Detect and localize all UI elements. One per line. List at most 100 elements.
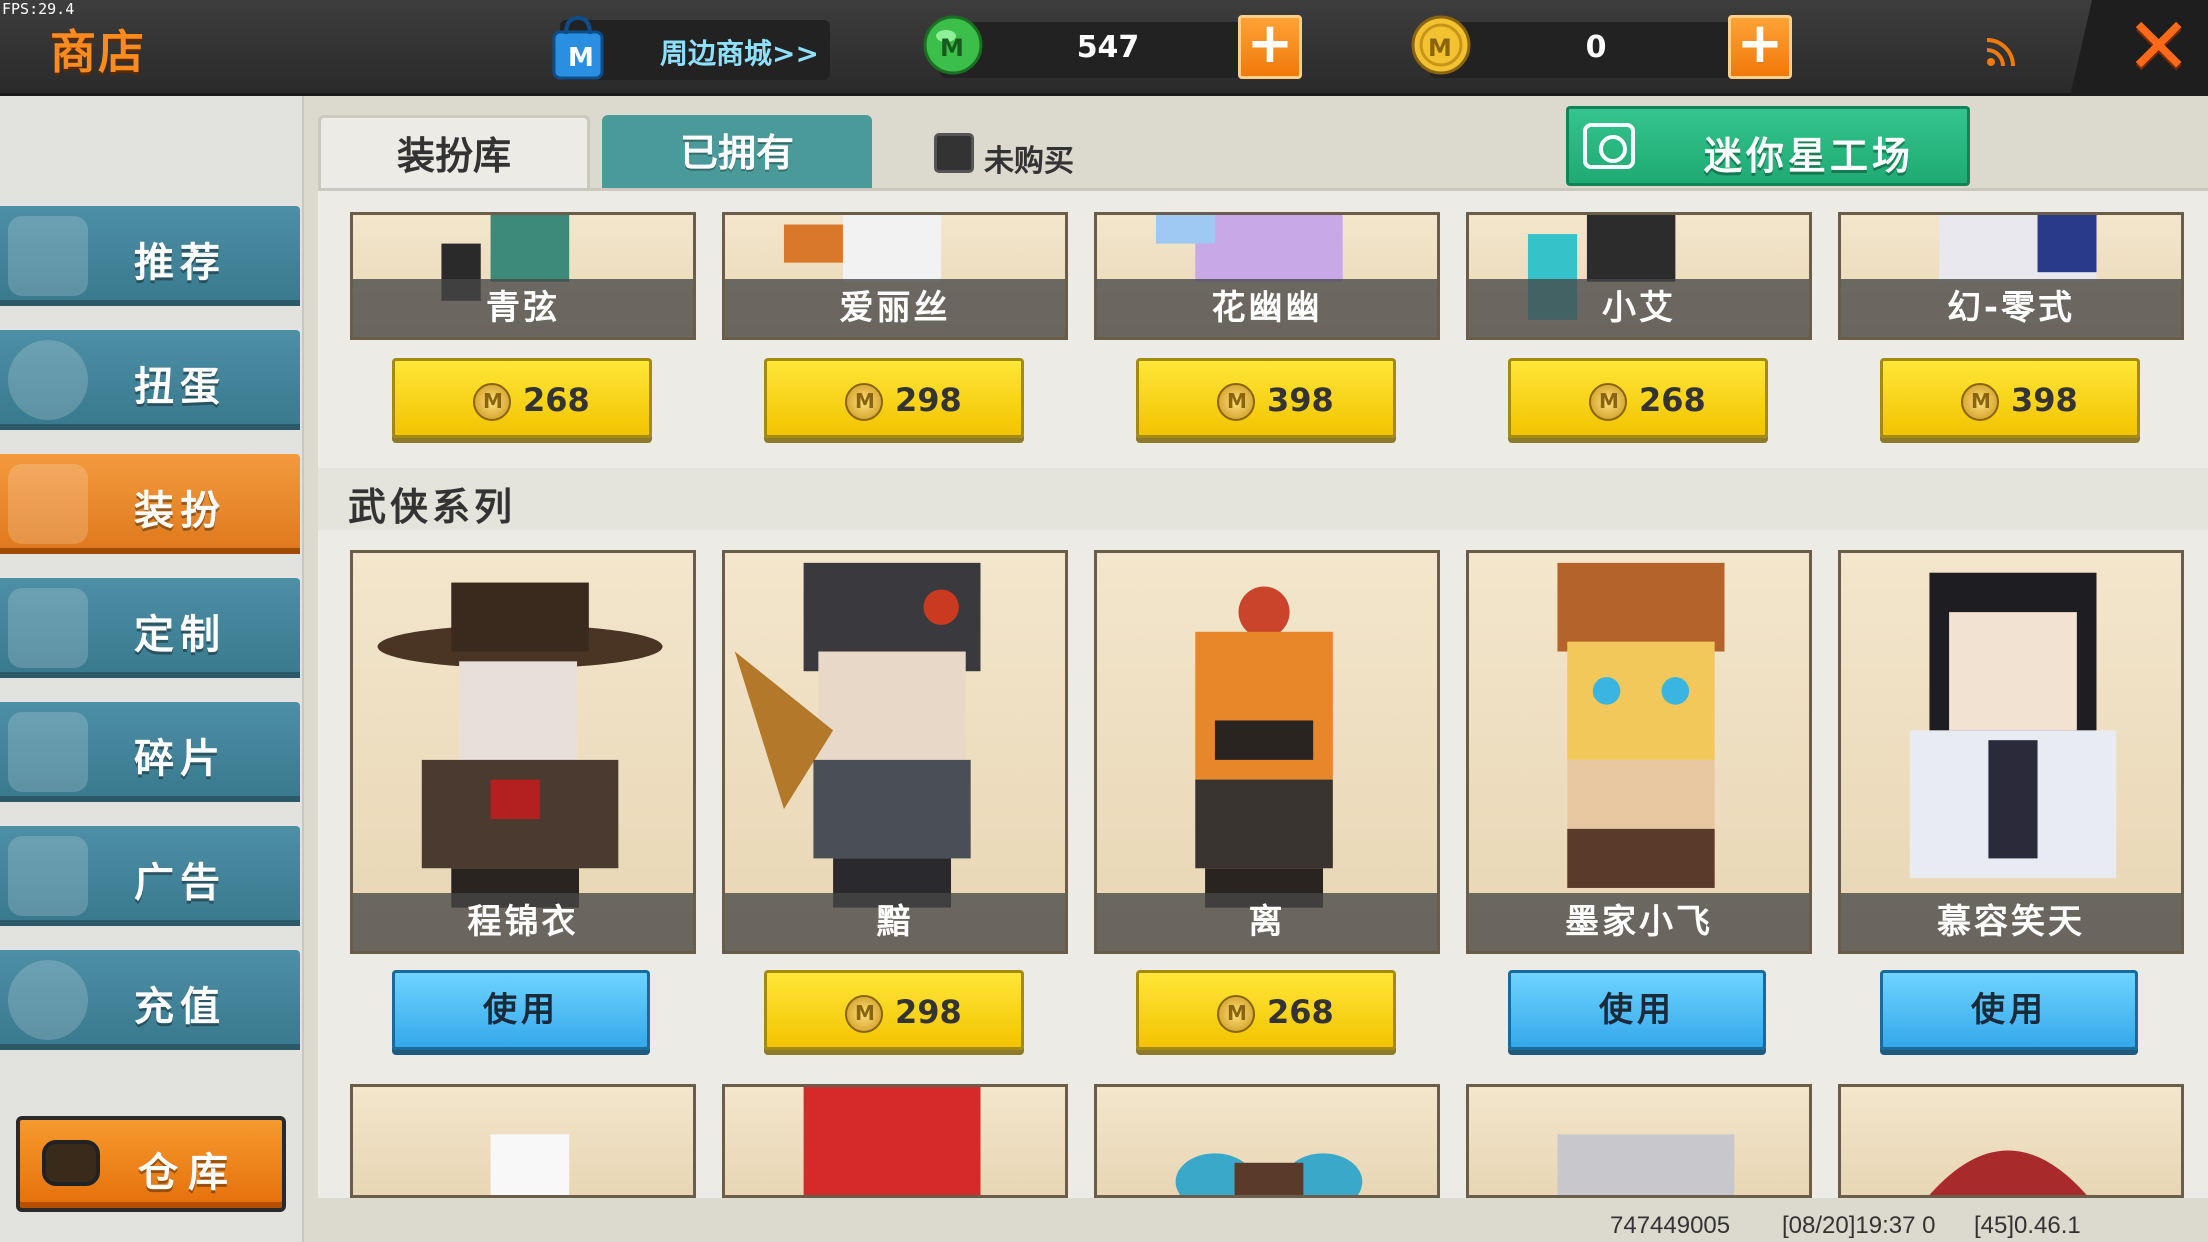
gold-mini-coin-icon [845,383,883,421]
tab-wardrobe[interactable]: 装扮库 [318,115,590,191]
depot-label: 仓库 [138,1150,238,1196]
outfit-name: 程锦衣 [353,893,693,951]
outfit-card[interactable]: 幻-零式 [1838,212,2184,340]
sidebar-item-gacha[interactable]: 扭蛋 [0,330,300,430]
top-bar: FPS:29.4 商店 M 周边商城>> M 547 + M 0 + ✕ [0,0,2208,96]
series-title: 武侠系列 [348,485,517,529]
unpurchased-label[interactable]: 未购买 [984,136,1074,180]
puzzle-piece-icon [8,712,88,792]
outfit-name: 慕容笑天 [1841,893,2181,951]
outfit-card[interactable] [350,1084,696,1198]
outfit-card[interactable] [722,1084,1068,1198]
sidebar-item-recommend[interactable]: 推荐 [0,206,300,306]
signal-icon [1986,38,2015,67]
character-art [1175,1153,1363,1195]
depot-button[interactable]: 仓库 [16,1116,286,1212]
outfit-card[interactable]: 花幽幽 [1094,212,1440,340]
outfit-card[interactable]: 爱丽丝 [722,212,1068,340]
sidebar-item-outfit[interactable]: 装扮 [0,454,300,554]
character-art [734,562,981,908]
buy-button[interactable]: 298 [764,970,1024,1050]
buy-button[interactable]: 398 [1136,358,1396,438]
page-title: 商店 [50,25,146,79]
outfit-card[interactable] [1838,1084,2184,1198]
outfit-card[interactable]: 青弦 [350,212,696,340]
sidebar-item-fragments[interactable]: 碎片 [0,702,300,802]
use-button[interactable]: 使用 [1880,970,2138,1050]
merch-mall-label[interactable]: 周边商城>> [660,32,819,72]
mini-coin-value: 0 [1585,30,1607,65]
buy-button[interactable]: 268 [392,358,652,438]
treasure-chest-icon [42,1140,100,1186]
outfit-card[interactable]: 离 [1094,550,1440,954]
gold-mini-coin-icon: M [1411,15,1471,75]
outfit-card[interactable] [1466,1084,1812,1198]
add-mini-beans-button[interactable]: + [1238,15,1302,79]
character-art [1195,586,1333,908]
sidebar-item-label: 广告 [134,860,226,906]
outfit-name: 幻-零式 [1841,279,2181,337]
buy-button[interactable]: 298 [764,358,1024,438]
buy-button[interactable]: 268 [1508,358,1768,438]
use-button[interactable]: 使用 [392,970,650,1050]
unpurchased-checkbox[interactable] [934,133,974,173]
sidebar-item-label: 装扮 [134,488,226,534]
price-value: 268 [1639,381,1706,419]
server-time: [08/20]19:37 0 [1782,1212,1936,1239]
outfit-card[interactable]: 墨家小飞 [1466,550,1812,954]
mini-workshop-button[interactable]: 迷你星工场 [1566,106,1970,186]
price-value: 298 [895,993,962,1031]
character-art [803,1087,981,1195]
gold-mini-coin-icon [1217,995,1255,1033]
sidebar-item-label: 推荐 [134,240,226,286]
gold-mini-coin-icon [1589,383,1627,421]
price-value: 298 [895,381,962,419]
character-art [1909,572,2117,879]
version-info: [45]0.46.1 [1974,1212,2081,1239]
outfit-name: 青弦 [353,279,693,337]
outfit-name: 爱丽丝 [725,279,1065,337]
mini-bean-value: 547 [1076,30,1140,65]
shopping-bag-icon[interactable]: M [548,12,610,82]
close-button[interactable]: ✕ [2070,0,2208,96]
outfit-shirt-icon [8,464,88,544]
sidebar-item-ads[interactable]: 广告 [0,826,300,926]
svg-text:M: M [1428,34,1452,62]
outfit-card[interactable]: 黯 [722,550,1068,954]
buy-button[interactable]: 398 [1880,358,2140,438]
user-id: 747449005 [1610,1212,1731,1239]
svg-text:M: M [568,43,594,73]
price-value: 268 [523,381,590,419]
sidebar-item-label: 扭蛋 [134,364,226,410]
green-mini-bean-icon: M [923,15,983,75]
outfit-card[interactable]: 慕容笑天 [1838,550,2184,954]
tab-owned[interactable]: 已拥有 [602,115,872,191]
sidebar-item-label: 碎片 [134,736,226,782]
buy-button[interactable]: 268 [1136,970,1396,1050]
sidebar-item-recharge[interactable]: 充值 [0,950,300,1050]
camera-icon [1583,123,1635,169]
use-button[interactable]: 使用 [1508,970,1766,1050]
workshop-label: 迷你星工场 [1703,134,1914,178]
gift-box-icon [8,836,88,916]
pencil-icon [8,588,88,668]
add-mini-coins-button[interactable]: + [1728,15,1792,79]
outfit-card[interactable] [1094,1084,1440,1198]
outfit-name: 花幽幽 [1097,279,1437,337]
character-art [1557,562,1725,888]
svg-text:M: M [940,34,964,62]
close-icon[interactable]: ✕ [2126,8,2191,86]
price-value: 398 [2011,381,2078,419]
price-value: 398 [1267,381,1334,419]
outfit-name: 离 [1097,893,1437,951]
gacha-ball-icon [8,340,88,420]
outfit-name: 黯 [725,893,1065,951]
outfit-card[interactable]: 小艾 [1466,212,1812,340]
character-art [490,1134,570,1195]
outfit-card[interactable]: 程锦衣 [350,550,696,954]
sidebar-item-label: 定制 [134,612,226,658]
outfit-name: 墨家小飞 [1469,893,1809,951]
character-art [1929,1150,2087,1195]
sidebar-item-custom[interactable]: 定制 [0,578,300,678]
gold-mini-coin-icon [473,383,511,421]
